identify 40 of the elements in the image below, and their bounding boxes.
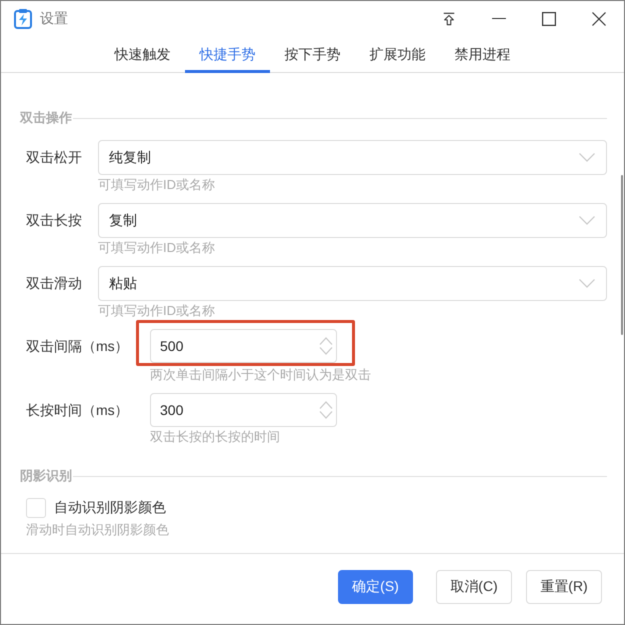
dialog-button[interactable]: 确定(S): [338, 570, 413, 604]
chevron-down-icon: [579, 153, 595, 162]
clipboard-lightning-icon: [14, 8, 32, 29]
hint-text: 可填写动作ID或名称: [98, 302, 215, 320]
dialog-button[interactable]: 重置(R): [526, 570, 602, 604]
tab[interactable]: 扩展功能: [355, 36, 440, 73]
hint-text: 可填写动作ID或名称: [98, 239, 215, 257]
arrow-up-bar-icon: [442, 12, 456, 26]
chevron-down-icon: [579, 279, 595, 288]
field-label: 双击间隔（ms）: [26, 337, 130, 356]
maximize-icon: [542, 12, 556, 26]
close-icon: [592, 12, 606, 26]
field-label: 双击松开: [26, 148, 83, 167]
number-field[interactable]: 300: [150, 393, 337, 427]
scrollbar-thumb[interactable]: [621, 175, 623, 335]
select-field[interactable]: 粘贴: [98, 266, 607, 301]
field-label: 双击滑动: [26, 274, 83, 293]
tab[interactable]: 禁用进程: [440, 36, 525, 73]
hint-text: 双击长按的长按的时间: [150, 428, 280, 446]
field-label: 长按时间（ms）: [26, 401, 130, 420]
hint-text: 滑动时自动识别阴影颜色: [26, 521, 169, 539]
tab[interactable]: 按下手势: [270, 36, 355, 73]
checkbox[interactable]: [26, 498, 46, 518]
select-field[interactable]: 纯复制: [98, 140, 607, 175]
up-down-chevron-icon: [319, 337, 333, 355]
checkbox-label: 自动识别阴影颜色: [54, 499, 166, 517]
section-title: 双击操作: [20, 109, 72, 127]
minimize-icon: [492, 18, 506, 20]
select-field[interactable]: 复制: [98, 203, 607, 238]
number-field[interactable]: 500: [150, 329, 337, 363]
up-down-chevron-icon: [319, 401, 333, 419]
tab[interactable]: 快速触发: [100, 36, 185, 73]
tab[interactable]: 快捷手势: [185, 36, 270, 73]
section-title: 阴影识别: [20, 467, 72, 485]
hint-text: 两次单击间隔小于这个时间认为是双击: [150, 366, 371, 384]
window-title: 设置: [40, 10, 68, 28]
hint-text: 可填写动作ID或名称: [98, 176, 215, 194]
dialog-button[interactable]: 取消(C): [436, 570, 512, 604]
field-label: 双击长按: [26, 211, 83, 230]
chevron-down-icon: [579, 216, 595, 225]
